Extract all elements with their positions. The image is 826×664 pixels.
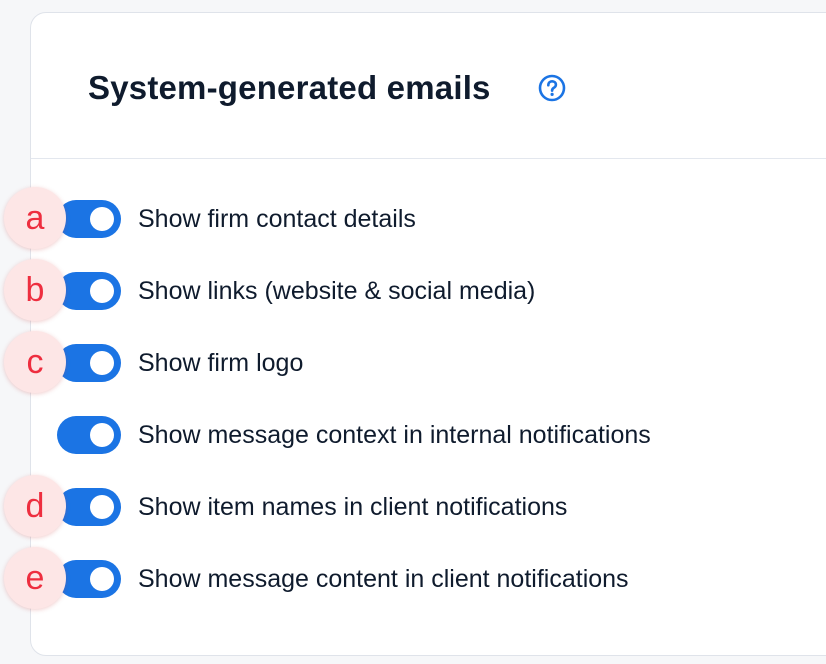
toggle-knob [90,423,114,447]
toggle-label: Show message context in internal notific… [138,420,651,449]
toggle-switch-message-context[interactable] [57,416,121,454]
toggle-switch-firm-logo[interactable] [57,344,121,382]
toggle-switch-message-content[interactable] [57,560,121,598]
annotation-marker-b: b [4,259,66,321]
toggle-row-firm-logo: Show firm logo [57,343,303,383]
toggle-row-message-context: Show message context in internal notific… [57,415,651,455]
toggle-row-message-content: Show message content in client notificat… [57,559,629,599]
section-title: System-generated emails [88,69,491,106]
card-header: System-generated emails [31,13,826,159]
toggle-knob [90,567,114,591]
toggle-knob [90,279,114,303]
annotation-marker-a: a [4,187,66,249]
toggle-knob [90,207,114,231]
toggle-switch-links[interactable] [57,272,121,310]
toggle-row-firm-contact-details: Show firm contact details [57,199,416,239]
annotation-marker-c: c [4,331,66,393]
toggle-label: Show firm logo [138,348,304,377]
toggle-switch-item-names[interactable] [57,488,121,526]
toggle-switch-firm-contact-details[interactable] [57,200,121,238]
help-icon[interactable] [537,73,567,103]
toggle-knob [90,351,114,375]
toggle-row-links: Show links (website & social media) [57,271,535,311]
toggle-knob [90,495,114,519]
toggle-label: Show message content in client notificat… [138,564,629,593]
toggle-label: Show firm contact details [138,204,416,233]
toggle-label: Show item names in client notifications [138,492,568,521]
toggle-row-item-names: Show item names in client notifications [57,487,567,527]
annotation-marker-d: d [4,475,66,537]
toggle-label: Show links (website & social media) [138,276,536,305]
annotation-marker-e: e [4,547,66,609]
